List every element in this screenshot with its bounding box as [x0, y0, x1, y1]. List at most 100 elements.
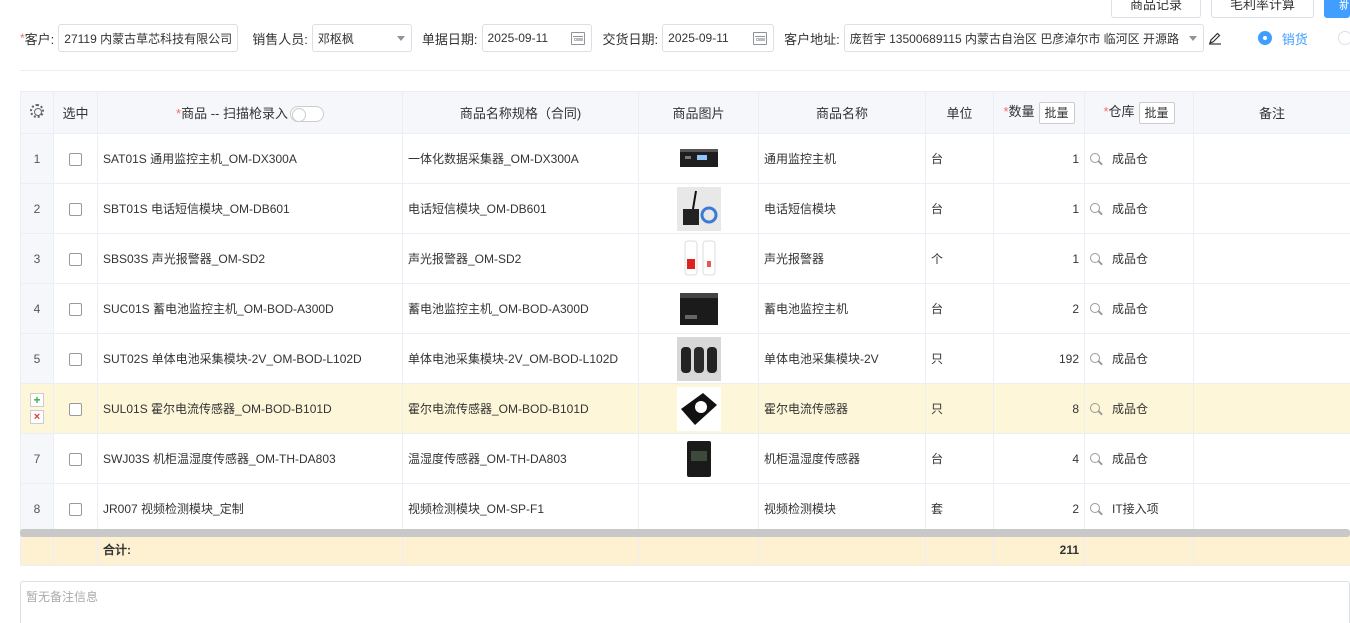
spec-cell[interactable]: 电话短信模块_OM-DB601: [402, 183, 639, 234]
row-checkbox[interactable]: [69, 152, 82, 166]
table-row[interactable]: 4 SUC01S 蓄电池监控主机_OM-BOD-A300D 蓄电池监控主机_OM…: [20, 283, 1350, 334]
table-row[interactable]: + × SUL01S 霍尔电流传感器_OM-BOD-B101D 霍尔电流传感器_O…: [20, 383, 1350, 434]
customer-field[interactable]: 27119 内蒙古草芯科技有限公司: [58, 24, 239, 52]
row-select[interactable]: [53, 383, 98, 434]
edit-icon[interactable]: [1208, 31, 1222, 45]
warehouse-batch-button[interactable]: 批量: [1138, 101, 1175, 124]
qty-cell[interactable]: 1: [993, 133, 1085, 184]
warehouse-cell[interactable]: IT接入项: [1084, 483, 1194, 534]
unit-cell: 个: [925, 233, 994, 284]
search-icon[interactable]: [1090, 253, 1103, 266]
product-cell[interactable]: SUC01S 蓄电池监控主机_OM-BOD-A300D: [97, 283, 403, 334]
warehouse-cell[interactable]: 成品仓: [1084, 133, 1194, 184]
remark-cell[interactable]: [1193, 433, 1350, 484]
product-cell[interactable]: JR007 视频检测模块_定制: [97, 483, 403, 534]
product-image: [676, 336, 721, 381]
delete-row-icon[interactable]: ×: [30, 410, 44, 424]
remark-cell[interactable]: [1193, 283, 1350, 334]
total-label: 合计:: [97, 533, 403, 566]
warehouse-cell[interactable]: 成品仓: [1084, 383, 1194, 434]
product-cell[interactable]: SUL01S 霍尔电流传感器_OM-BOD-B101D: [97, 383, 403, 434]
spec-cell[interactable]: 温湿度传感器_OM-TH-DA803: [402, 433, 639, 484]
remark-cell[interactable]: [1193, 133, 1350, 184]
radio-other[interactable]: [1337, 31, 1350, 45]
spec-cell[interactable]: 一体化数据采集器_OM-DX300A: [402, 133, 639, 184]
product-cell[interactable]: SBS03S 声光报警器_OM-SD2: [97, 233, 403, 284]
new-button[interactable]: 新: [1324, 0, 1350, 18]
row-checkbox[interactable]: [69, 502, 82, 516]
table-row[interactable]: 2 SBT01S 电话短信模块_OM-DB601 电话短信模块_OM-DB601…: [20, 183, 1350, 234]
radio-sale[interactable]: [1257, 31, 1272, 45]
row-select[interactable]: [53, 133, 98, 184]
qty-cell[interactable]: 8: [993, 383, 1085, 434]
col-select: 选中: [53, 91, 98, 134]
row-select[interactable]: [53, 183, 98, 234]
product-image: [676, 436, 721, 481]
warehouse-cell[interactable]: 成品仓: [1084, 183, 1194, 234]
remark-cell[interactable]: [1193, 383, 1350, 434]
column-settings[interactable]: [20, 91, 54, 134]
delivery-date-picker[interactable]: 2025-09-11: [662, 24, 775, 52]
address-select[interactable]: 庞哲宇 13500689115 内蒙古自治区 巴彦淖尔市 临河区 开源路: [843, 24, 1204, 52]
warehouse-cell[interactable]: 成品仓: [1084, 433, 1194, 484]
product-cell[interactable]: SWJ03S 机柜温湿度传感器_OM-TH-DA803: [97, 433, 403, 484]
spec-cell[interactable]: 蓄电池监控主机_OM-BOD-A300D: [402, 283, 639, 334]
qty-batch-button[interactable]: 批量: [1038, 101, 1075, 124]
qty-cell[interactable]: 192: [993, 333, 1085, 384]
row-checkbox[interactable]: [69, 302, 82, 316]
product-history-button[interactable]: 商品记录: [1110, 0, 1201, 18]
row-select[interactable]: [53, 283, 98, 334]
add-row-icon[interactable]: +: [30, 393, 44, 407]
qty-cell[interactable]: 2: [993, 283, 1085, 334]
row-checkbox[interactable]: [69, 402, 82, 416]
row-checkbox[interactable]: [69, 252, 82, 266]
gear-icon[interactable]: [30, 104, 44, 118]
table-row[interactable]: 7 SWJ03S 机柜温湿度传感器_OM-TH-DA803 温湿度传感器_OM-…: [20, 433, 1350, 484]
search-icon[interactable]: [1090, 303, 1103, 316]
product-cell[interactable]: SBT01S 电话短信模块_OM-DB601: [97, 183, 403, 234]
salesperson-select[interactable]: 邓枢枫: [311, 24, 412, 52]
search-icon[interactable]: [1090, 153, 1103, 166]
table-row[interactable]: 1 SAT01S 通用监控主机_OM-DX300A 一体化数据采集器_OM-DX…: [20, 133, 1350, 184]
qty-cell[interactable]: 1: [993, 233, 1085, 284]
remark-cell[interactable]: [1193, 483, 1350, 534]
row-checkbox[interactable]: [69, 452, 82, 466]
row-select[interactable]: [53, 333, 98, 384]
search-icon[interactable]: [1090, 503, 1103, 516]
doc-date-picker[interactable]: 2025-09-11: [481, 24, 592, 52]
search-icon[interactable]: [1090, 203, 1103, 216]
table-row[interactable]: 5 SUT02S 单体电池采集模块-2V_OM-BOD-L102D 单体电池采集…: [20, 333, 1350, 384]
warehouse-cell[interactable]: 成品仓: [1084, 233, 1194, 284]
table-row[interactable]: 3 SBS03S 声光报警器_OM-SD2 声光报警器_OM-SD2 声光报警器…: [20, 233, 1350, 284]
gross-margin-button[interactable]: 毛利率计算: [1210, 0, 1314, 18]
search-icon[interactable]: [1090, 453, 1103, 466]
warehouse-value: IT接入项: [1112, 502, 1159, 516]
remark-cell[interactable]: [1193, 233, 1350, 284]
row-select[interactable]: [53, 483, 98, 534]
search-icon[interactable]: [1090, 403, 1103, 416]
image-cell: [638, 183, 759, 234]
remark-input[interactable]: 暂无备注信息: [20, 581, 1350, 623]
remark-cell[interactable]: [1193, 333, 1350, 384]
row-checkbox[interactable]: [69, 202, 82, 216]
spec-cell[interactable]: 视频检测模块_OM-SP-F1: [402, 483, 639, 534]
spec-cell[interactable]: 单体电池采集模块-2V_OM-BOD-L102D: [402, 333, 639, 384]
product-cell[interactable]: SUT02S 单体电池采集模块-2V_OM-BOD-L102D: [97, 333, 403, 384]
table-row[interactable]: 8 JR007 视频检测模块_定制 视频检测模块_OM-SP-F1 视频检测模块…: [20, 483, 1350, 534]
spec-cell[interactable]: 声光报警器_OM-SD2: [402, 233, 639, 284]
warehouse-cell[interactable]: 成品仓: [1084, 283, 1194, 334]
remark-cell[interactable]: [1193, 183, 1350, 234]
row-checkbox[interactable]: [69, 352, 82, 366]
search-icon[interactable]: [1090, 353, 1103, 366]
row-select[interactable]: [53, 233, 98, 284]
horizontal-scrollbar[interactable]: [20, 529, 1350, 537]
total-empty: [758, 533, 926, 566]
qty-cell[interactable]: 1: [993, 183, 1085, 234]
scanner-toggle[interactable]: [289, 106, 324, 123]
spec-cell[interactable]: 霍尔电流传感器_OM-BOD-B101D: [402, 383, 639, 434]
product-cell[interactable]: SAT01S 通用监控主机_OM-DX300A: [97, 133, 403, 184]
warehouse-cell[interactable]: 成品仓: [1084, 333, 1194, 384]
row-select[interactable]: [53, 433, 98, 484]
qty-cell[interactable]: 2: [993, 483, 1085, 534]
qty-cell[interactable]: 4: [993, 433, 1085, 484]
